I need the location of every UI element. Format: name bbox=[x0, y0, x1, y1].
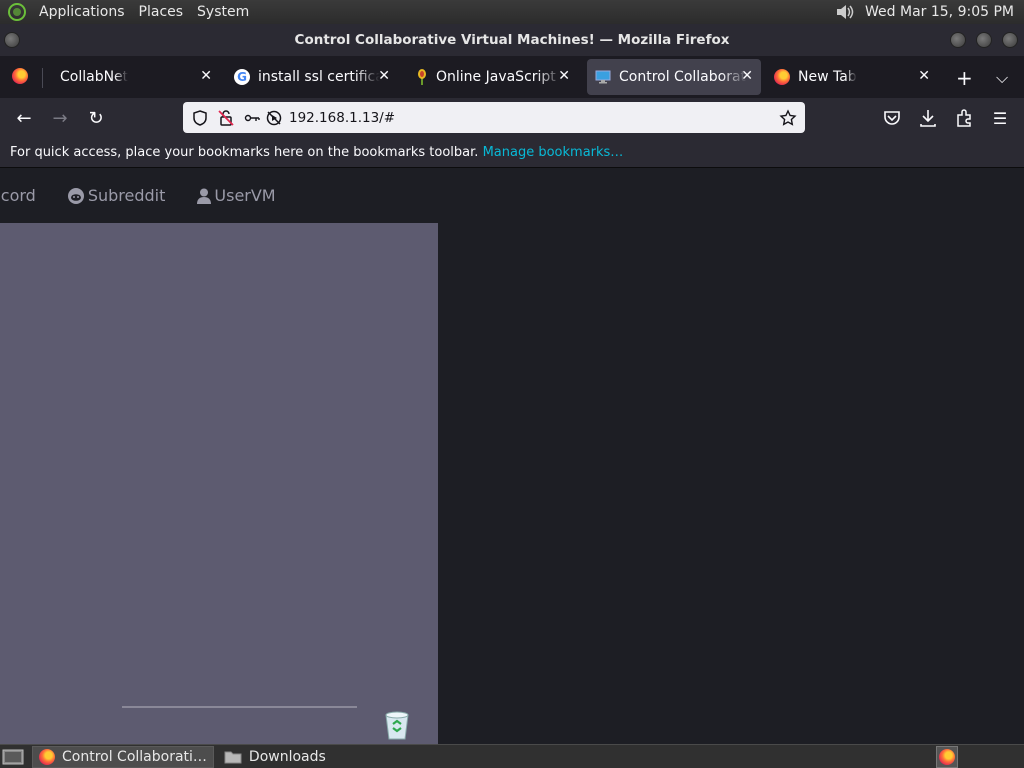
back-button[interactable]: ← bbox=[13, 107, 35, 129]
discord-link[interactable]: iscord bbox=[0, 186, 52, 205]
tracking-protection-shield-icon[interactable] bbox=[191, 109, 209, 127]
list-all-tabs-icon[interactable]: ⌵ bbox=[996, 68, 1008, 88]
tab-label: install ssl certificate bbox=[258, 69, 380, 85]
bottom-panel: Control Collaborati… Downloads bbox=[0, 744, 1024, 768]
permissions-icon[interactable] bbox=[243, 109, 261, 127]
minimize-button[interactable] bbox=[950, 32, 966, 48]
close-tab-icon[interactable]: ✕ bbox=[918, 68, 930, 84]
system-menu[interactable]: System bbox=[190, 0, 256, 24]
navigation-toolbar: ← → ↻ 192.168.1.13/# ☰ bbox=[0, 98, 1024, 138]
google-icon: G bbox=[234, 69, 250, 85]
taskbar-firefox[interactable]: Control Collaborati… bbox=[32, 745, 214, 768]
folder-icon bbox=[224, 751, 242, 763]
show-desktop-icon[interactable] bbox=[2, 748, 24, 766]
reload-button[interactable]: ↻ bbox=[85, 107, 107, 129]
tab-install-ssl[interactable]: G install ssl certificate ✕ bbox=[228, 59, 398, 95]
top-panel: Applications Places System Wed Mar 15, 9… bbox=[0, 0, 1024, 24]
firefox-icon bbox=[774, 69, 790, 85]
close-tab-icon[interactable]: ✕ bbox=[558, 68, 570, 84]
manage-bookmarks-link[interactable]: Manage bookmarks… bbox=[483, 145, 624, 160]
address-bar[interactable]: 192.168.1.13/# bbox=[183, 102, 805, 133]
monitor-icon bbox=[595, 70, 611, 84]
panel-right: Wed Mar 15, 9:05 PM bbox=[835, 3, 1024, 21]
page-content: iscord Subreddit UserVM bbox=[0, 168, 1024, 744]
vm-divider-line bbox=[122, 706, 357, 708]
reddit-icon bbox=[67, 187, 84, 204]
site-nav: iscord Subreddit UserVM bbox=[0, 186, 308, 205]
close-window-button[interactable] bbox=[1002, 32, 1018, 48]
tab-strip: CollabNet ✕ G install ssl certificate ✕ … bbox=[0, 56, 1024, 98]
close-tab-icon[interactable]: ✕ bbox=[200, 68, 212, 84]
tab-label: Control Collaborative bbox=[619, 69, 747, 85]
tab-control-collaborative[interactable]: Control Collaborative ✕ bbox=[587, 59, 761, 95]
bookmark-star-icon[interactable] bbox=[779, 108, 797, 127]
uservm-link-label: UserVM bbox=[214, 186, 276, 205]
discord-link-label: iscord bbox=[0, 186, 36, 205]
taskbar-label: Control Collaborati… bbox=[62, 748, 207, 765]
bookmarks-hint: For quick access, place your bookmarks h… bbox=[10, 145, 479, 160]
clock[interactable]: Wed Mar 15, 9:05 PM bbox=[865, 4, 1014, 20]
user-icon bbox=[197, 188, 212, 204]
window-menu-button[interactable] bbox=[4, 32, 20, 48]
hamburger-menu-icon[interactable]: ☰ bbox=[989, 107, 1011, 129]
workspace-switcher[interactable] bbox=[936, 745, 958, 768]
tab-new-tab[interactable]: New Tab ✕ bbox=[768, 59, 938, 95]
url-text: 192.168.1.13/# bbox=[289, 109, 396, 126]
tab-label: Online JavaScript be bbox=[436, 69, 562, 85]
firefox-icon bbox=[939, 748, 955, 765]
close-tab-icon[interactable]: ✕ bbox=[378, 68, 390, 84]
volume-icon[interactable] bbox=[835, 3, 855, 21]
vm-screen[interactable] bbox=[0, 223, 438, 744]
javascript-icon bbox=[418, 69, 426, 85]
uservm-link[interactable]: UserVM bbox=[197, 186, 291, 205]
window-titlebar[interactable]: Control Collaborative Virtual Machines! … bbox=[0, 24, 1024, 56]
window-title: Control Collaborative Virtual Machines! … bbox=[294, 32, 730, 48]
autoplay-blocked-icon[interactable] bbox=[265, 109, 283, 127]
tab-label: CollabNet bbox=[60, 69, 129, 85]
taskbar-label: Downloads bbox=[248, 748, 326, 765]
taskbar-downloads[interactable]: Downloads bbox=[218, 746, 332, 768]
bookmarks-toolbar: For quick access, place your bookmarks h… bbox=[0, 138, 1024, 168]
applications-menu[interactable]: Applications bbox=[32, 0, 132, 24]
recycle-bin-icon[interactable] bbox=[383, 710, 411, 740]
tab-online-javascript[interactable]: Online JavaScript be ✕ bbox=[408, 59, 578, 95]
downloads-icon[interactable] bbox=[917, 107, 939, 129]
forward-button[interactable]: → bbox=[49, 107, 71, 129]
tab-label: New Tab bbox=[798, 69, 857, 85]
insecure-connection-icon[interactable] bbox=[217, 109, 235, 127]
new-tab-button[interactable]: + bbox=[956, 66, 973, 90]
places-menu[interactable]: Places bbox=[132, 0, 191, 24]
extensions-icon[interactable] bbox=[953, 107, 975, 129]
subreddit-link[interactable]: Subreddit bbox=[67, 186, 182, 205]
pocket-icon[interactable] bbox=[881, 107, 903, 129]
maximize-button[interactable] bbox=[976, 32, 992, 48]
firefox-view-icon[interactable] bbox=[12, 68, 28, 84]
tab-collabnet[interactable]: CollabNet ✕ bbox=[52, 59, 220, 95]
tab-separator bbox=[42, 68, 43, 88]
subreddit-link-label: Subreddit bbox=[87, 186, 166, 205]
firefox-icon bbox=[39, 748, 55, 765]
close-tab-icon[interactable]: ✕ bbox=[741, 68, 753, 84]
distro-logo-icon[interactable] bbox=[8, 3, 26, 21]
